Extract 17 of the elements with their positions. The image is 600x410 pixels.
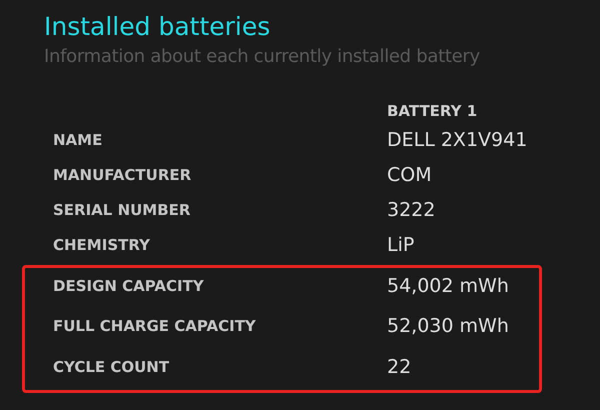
column-header: BATTERY 1 [387,101,478,122]
field-label: FULL CHARGE CAPACITY [53,317,257,335]
field-label: CYCLE COUNT [53,358,170,376]
field-value: COM [387,164,433,186]
field-value: 22 [387,356,412,378]
field-label: SERIAL NUMBER [53,200,192,218]
field-label: NAME [53,130,104,148]
field-value: 54,002 mWh [387,274,510,296]
section-title: Installed batteries [44,11,272,43]
field-label: DESIGN CAPACITY [53,276,205,294]
section-subtitle: Information about each currently installed battery [44,45,481,69]
field-value: LiP [387,234,416,256]
field-label: CHEMISTRY [53,236,151,254]
field-value: 3222 [387,198,436,220]
field-value: 52,030 mWh [387,315,510,337]
field-label: MANUFACTURER [53,166,192,184]
field-value: DELL 2X1V941 [387,128,528,150]
